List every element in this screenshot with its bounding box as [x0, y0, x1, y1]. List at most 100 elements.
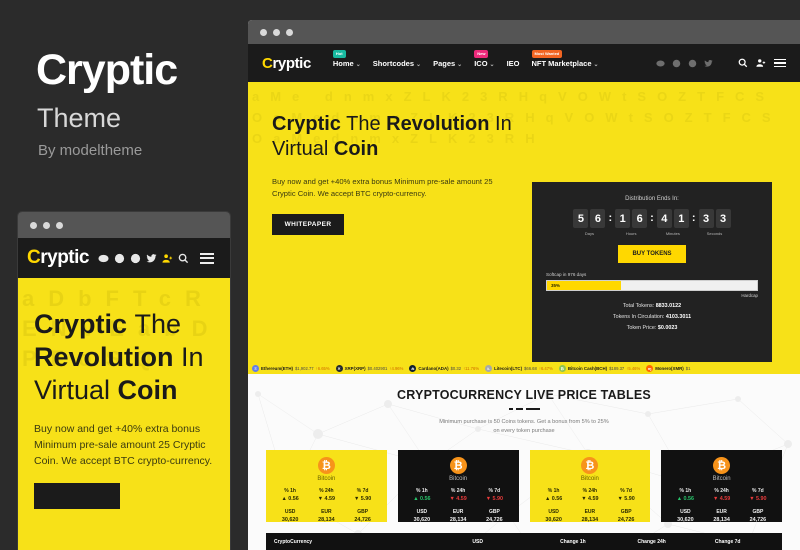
- percent-value: ▼ 4.59: [581, 496, 599, 502]
- currency-row: USD 30,620 EUR 28,134 GBP 24,726: [404, 509, 513, 523]
- discord-icon[interactable]: [656, 59, 665, 68]
- percent-value: ▲ 0.56: [281, 496, 299, 502]
- countdown-separator: :: [691, 212, 696, 224]
- table-header-cell[interactable]: USD: [472, 539, 560, 545]
- currency-cell: GBP 24,726: [354, 509, 371, 523]
- ticker-item[interactable]: ɱ Monero(XMR) $1: [646, 364, 692, 372]
- user-add-icon[interactable]: [756, 58, 766, 68]
- ticker-item[interactable]: Ł Litecoin(LTC) $66.68 ↑6.47%: [485, 364, 553, 372]
- nav-item-ico[interactable]: New ICO ⌄: [474, 49, 495, 68]
- token-stat: Total Tokens: 8833.0122: [546, 303, 758, 309]
- mobile-title-d: In: [173, 342, 204, 372]
- table-header-cell[interactable]: CryptoCurrency: [266, 539, 472, 545]
- ticker-price: $0.402901: [367, 365, 388, 371]
- countdown-separator: :: [608, 212, 613, 224]
- facebook-icon[interactable]: [688, 59, 697, 68]
- window-dot-maximize[interactable]: [286, 28, 293, 36]
- mobile-title-e: Virtual: [34, 375, 118, 405]
- table-header-cell[interactable]: Change 1h: [560, 539, 637, 545]
- token-stat: Token Price: $0.0023: [546, 325, 758, 331]
- price-cards: ₿ Bitcoin % 1h ▲ 0.56 % 24h ▼ 4.59 % 7d ▼ 5.90 U…: [248, 436, 800, 523]
- search-icon[interactable]: [178, 253, 189, 264]
- percent-cell: % 24h ▼ 4.59: [449, 488, 466, 502]
- chevron-down-icon: ⌄: [457, 61, 463, 68]
- percent-row: % 1h ▲ 0.56 % 24h ▼ 4.59 % 7d ▼ 5.90: [404, 488, 513, 502]
- coin-name: Bitcoin: [449, 476, 468, 482]
- ticker-name: Litecoin(LTC): [494, 365, 523, 371]
- currency-row: USD 30,620 EUR 28,134 GBP 24,726: [667, 509, 776, 523]
- coin-header: ₿ Bitcoin: [536, 457, 645, 482]
- percent-label: % 7d: [752, 488, 764, 494]
- window-dot-close[interactable]: [30, 221, 37, 229]
- nav-item-nft-marketplace[interactable]: Most Wanted NFT Marketplace ⌄: [531, 49, 599, 68]
- whitepaper-button[interactable]: WHITEPAPER: [272, 214, 344, 235]
- mobile-icon-row: [98, 252, 214, 264]
- ticker-item[interactable]: ₿ Bitcoin Cash(BCH) $189.37 ↑5.46%: [558, 364, 640, 372]
- site-logo-text: ryptic: [272, 54, 311, 72]
- table-header-cell[interactable]: Change 7d: [715, 539, 782, 545]
- ticker-item[interactable]: ₳ Cardano(ADA) $0.32 ↑11.76%: [409, 364, 479, 372]
- menu-icon[interactable]: [774, 58, 786, 68]
- percent-value: ▼ 5.90: [749, 496, 767, 502]
- currency-label: GBP: [620, 509, 632, 515]
- currency-value: 28,134: [449, 517, 467, 523]
- currency-cell: USD 30,620: [545, 509, 562, 523]
- token-stat-value: 8833.0122: [655, 303, 682, 309]
- ticker-item[interactable]: Ξ Ethereum(ETH) $1,902.77 ↑6.65%: [252, 364, 330, 372]
- percent-value: ▲ 0.56: [413, 496, 431, 502]
- nav-item-pages[interactable]: Pages ⌄: [433, 59, 462, 68]
- window-dot-maximize[interactable]: [56, 221, 63, 229]
- token-stat-label: Tokens In Circulation:: [612, 314, 666, 320]
- percent-value: ▼ 4.59: [317, 496, 336, 502]
- window-dot-minimize[interactable]: [43, 221, 50, 229]
- percent-label: % 1h: [547, 488, 560, 494]
- percent-cell: % 7d ▼ 5.90: [749, 488, 766, 502]
- nav-item-shortcodes[interactable]: Shortcodes ⌄: [373, 59, 421, 68]
- countdown-unit-label: Seconds: [706, 231, 723, 236]
- ticker-price: $0.32: [450, 365, 462, 371]
- percent-label: % 24h: [582, 488, 598, 494]
- ticker-item[interactable]: ✕ XRP(XRP) $0.402901 ↑4.96%: [335, 364, 403, 372]
- hero-title-d: In: [489, 113, 512, 135]
- countdown-group-seconds: 3 3 Seconds: [698, 209, 731, 236]
- spotify-icon[interactable]: [672, 59, 681, 68]
- site-logo-mark: C: [262, 54, 273, 72]
- hero-content: Cryptic The Revolution In Virtual Coin B…: [248, 82, 520, 362]
- nav-item-label: Pages: [433, 58, 456, 68]
- mobile-whitepaper-button[interactable]: [34, 483, 120, 509]
- progress-value: 35%: [551, 283, 561, 288]
- window-dot-close[interactable]: [260, 28, 267, 36]
- percent-row: % 1h ▲ 0.56 % 24h ▼ 4.59 % 7d ▼ 5.90: [272, 488, 381, 502]
- user-add-icon[interactable]: [162, 253, 173, 264]
- progress-bar-fill: 35%: [547, 281, 621, 290]
- twitter-icon[interactable]: [146, 253, 157, 264]
- mobile-hero: aDbFTcRENVEabDPFoSQ Cryptic The Revoluti…: [18, 278, 230, 550]
- countdown-digits: 56: [573, 209, 606, 228]
- table-header-cell[interactable]: Change 24h: [638, 539, 715, 545]
- currency-value: 28,134: [318, 517, 335, 523]
- nav-item-label: ICO: [474, 58, 488, 68]
- search-icon[interactable]: [738, 58, 748, 68]
- currency-cell: EUR 28,134: [713, 509, 730, 523]
- nav-item-label: Home: [332, 58, 354, 68]
- mobile-navbar: Cryptic: [18, 238, 230, 278]
- price-card[interactable]: ₿ Bitcoin % 1h ▲ 0.56 % 24h ▼ 4.59 % 7d ▼ 5.90 U…: [529, 450, 651, 523]
- menu-icon[interactable]: [199, 252, 214, 264]
- window-dot-minimize[interactable]: [273, 28, 280, 36]
- currency-label: EUR: [716, 509, 727, 515]
- mobile-logo[interactable]: Cryptic: [27, 247, 89, 269]
- site-logo[interactable]: Cryptic: [262, 55, 311, 72]
- twitter-icon[interactable]: [704, 59, 713, 68]
- nav-item-home[interactable]: Hot Home ⌄: [332, 49, 361, 68]
- price-card[interactable]: ₿ Bitcoin % 1h ▲ 0.56 % 24h ▼ 4.59 % 7d ▼ 5.90 U…: [661, 450, 782, 523]
- discord-icon[interactable]: [98, 253, 109, 264]
- price-card[interactable]: ₿ Bitcoin % 1h ▲ 0.56 % 24h ▼ 4.59 % 7d ▼ 5.90 U…: [397, 450, 519, 523]
- percent-row: % 1h ▲ 0.56 % 24h ▼ 4.59 % 7d ▼ 5.90: [536, 488, 645, 502]
- spotify-icon[interactable]: [114, 253, 125, 264]
- price-card[interactable]: ₿ Bitcoin % 1h ▲ 0.56 % 24h ▼ 4.59 % 7d ▼ 5.90 U…: [266, 450, 387, 523]
- token-stat: Tokens In Circulation: 4103.3011: [546, 314, 758, 320]
- buy-tokens-button[interactable]: BUY TOKENS: [618, 245, 686, 263]
- facebook-icon[interactable]: [130, 253, 141, 264]
- nav-item-ieo[interactable]: IEO: [507, 59, 520, 68]
- hero-title: Cryptic The Revolution In Virtual Coin: [272, 112, 520, 162]
